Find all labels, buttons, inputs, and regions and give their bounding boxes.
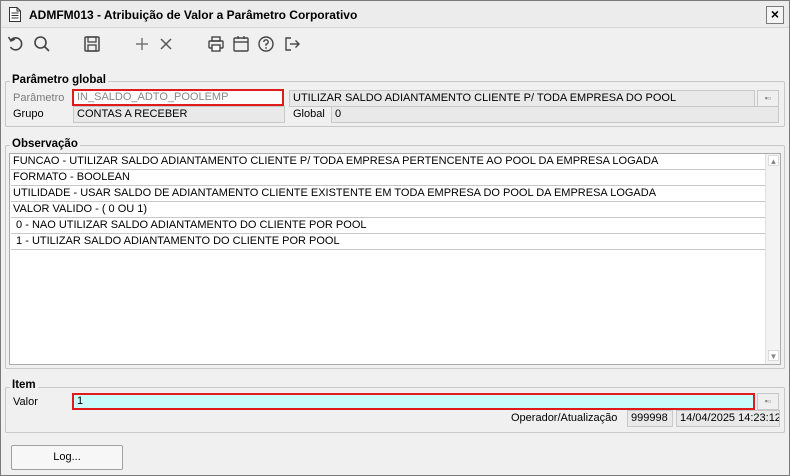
atualizacao-field: 14/04/2025 14:23:12 [676,410,780,427]
valor-label: Valor [13,396,38,408]
observacao-line: FUNCAO - UTILIZAR SALDO ADIANTAMENTO CLI… [11,154,767,170]
observacao-line: UTILIDADE - USAR SALDO DE ADIANTAMENTO C… [11,186,767,202]
calendar-icon[interactable] [231,34,251,54]
lookup-icon[interactable]: ▪▫ [757,90,779,107]
observacao-section-title: Observação [10,138,80,150]
add-icon[interactable] [132,34,152,54]
observacao-line: VALOR VALIDO - ( 0 OU 1) [11,202,767,218]
valor-input[interactable]: 1 [72,393,755,410]
close-button[interactable]: × [766,6,784,24]
observacao-line: 1 - UTILIZAR SALDO ADIANTAMENTO DO CLIEN… [11,234,767,250]
global-section-title: Parâmetro global [10,74,108,86]
item-section-title: Item [10,379,38,391]
help-icon[interactable] [256,34,276,54]
delete-icon[interactable] [156,34,176,54]
observacao-line: FORMATO - BOOLEAN [11,170,767,186]
window: ADMFM013 - Atribuição de Valor a Parâmet… [0,0,790,476]
save-icon[interactable] [82,34,102,54]
global-field: 0 [331,106,779,123]
toolbar [1,29,789,61]
exit-icon[interactable] [282,34,302,54]
document-icon [9,7,21,22]
lookup-icon[interactable]: ▪▫ [757,393,779,410]
observacao-line: 0 - NAO UTILIZAR SALDO ADIANTAMENTO DO C… [11,218,767,234]
log-button[interactable]: Log... [11,445,123,470]
observacao-textarea[interactable]: FUNCAO - UTILIZAR SALDO ADIANTAMENTO CLI… [9,153,781,365]
scroll-down-icon[interactable]: ▼ [768,350,779,361]
search-icon[interactable] [32,34,52,54]
operador-field: 999998 [627,410,673,427]
operador-label: Operador/Atualização [511,412,618,424]
global-label: Global [293,108,325,120]
parametro-description: UTILIZAR SALDO ADIANTAMENTO CLIENTE P/ T… [289,90,755,107]
parametro-input[interactable]: IN_SALDO_ADTO_POOLEMP [72,89,284,106]
print-icon[interactable] [206,34,226,54]
grupo-field: CONTAS A RECEBER [73,106,285,123]
scroll-up-icon[interactable]: ▲ [768,155,779,166]
grupo-label: Grupo [13,108,44,120]
undo-icon[interactable] [6,34,26,54]
vertical-scrollbar[interactable]: ▲ ▼ [765,154,780,364]
window-title: ADMFM013 - Atribuição de Valor a Parâmet… [29,8,358,22]
parametro-label: Parâmetro [13,92,65,104]
title-bar: ADMFM013 - Atribuição de Valor a Parâmet… [1,1,789,28]
